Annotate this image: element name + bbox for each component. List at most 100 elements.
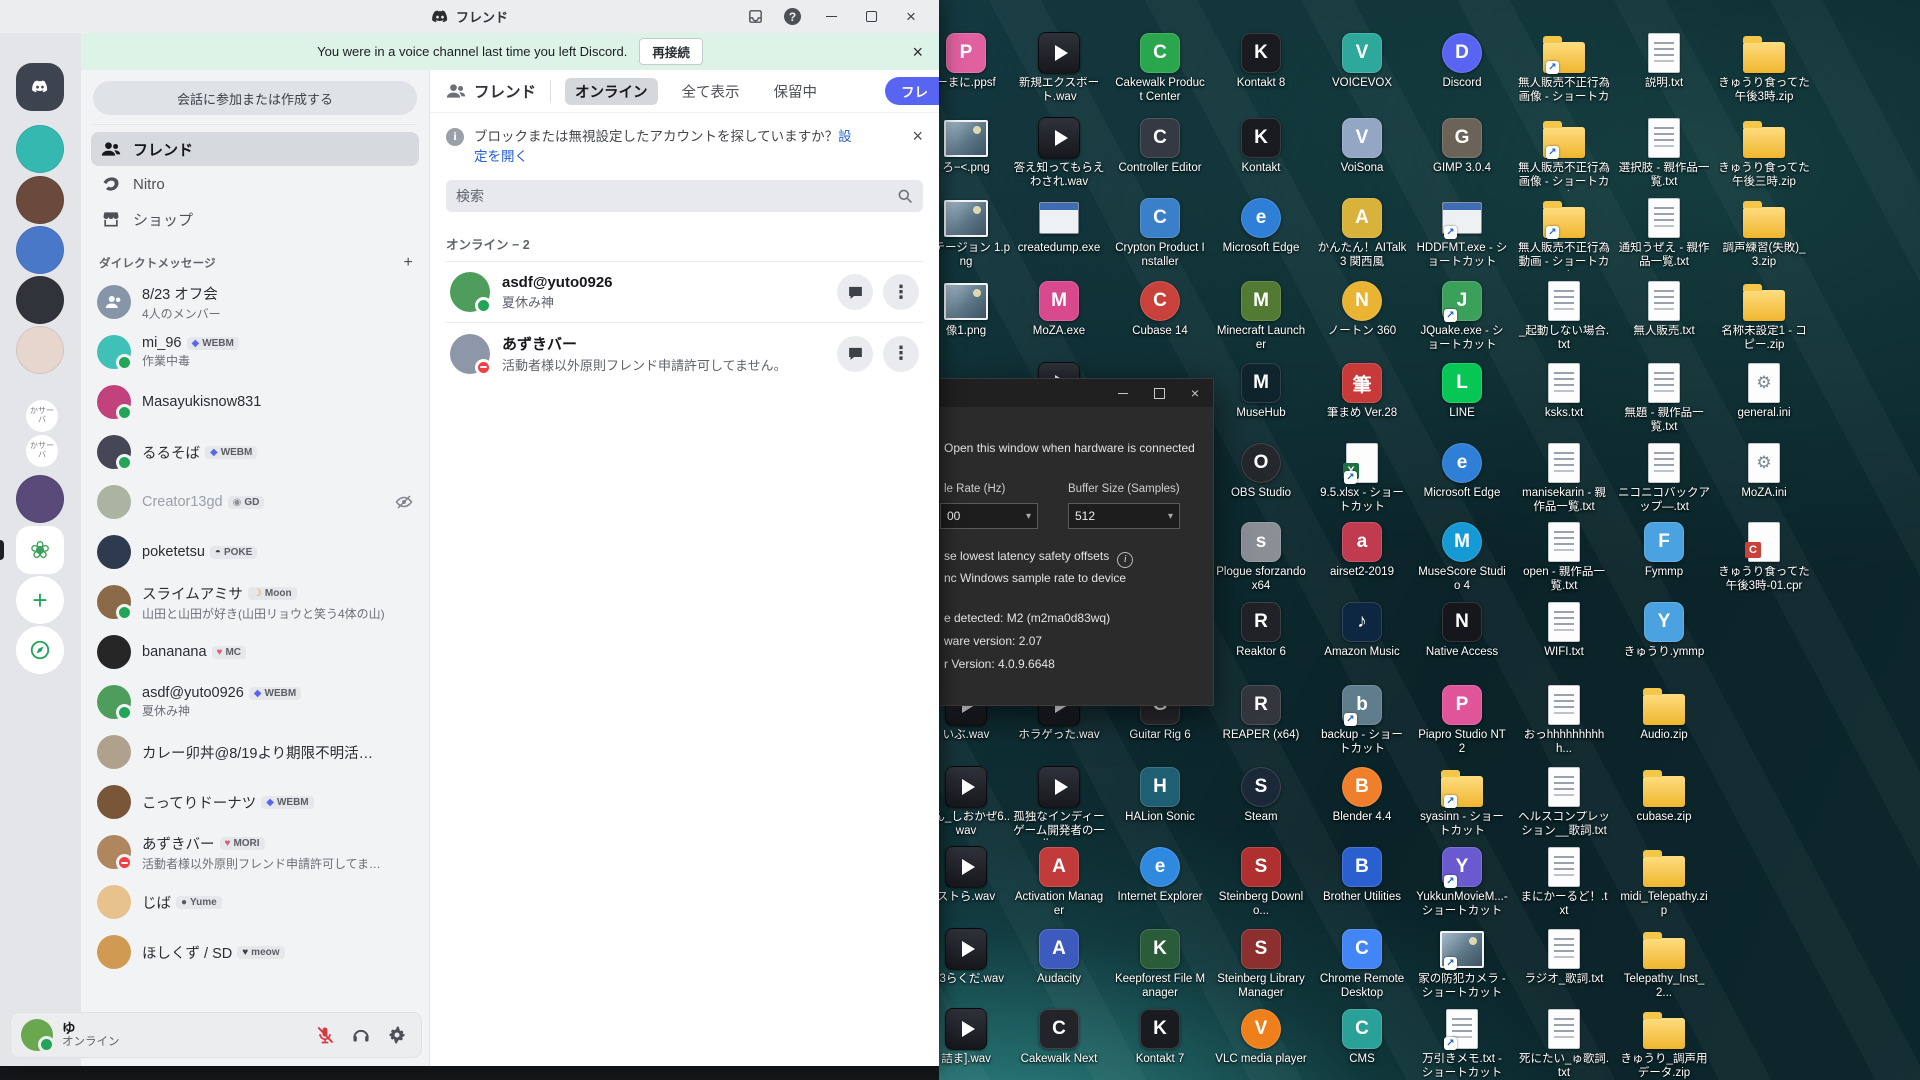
desktop-icon[interactable]: eMicrosoft Edge [1416,441,1508,501]
desktop-icon[interactable]: J↗JQuake.exe - ショートカット [1416,279,1508,353]
desktop-icon[interactable]: ↗syasinn - ショートカット [1416,765,1508,839]
desktop-icon[interactable]: KKontakt 7 [1114,1007,1206,1067]
close-button[interactable]: × [901,7,921,27]
desktop-icon[interactable]: BBrother Utilities [1316,845,1408,905]
reconnect-button[interactable]: 再接続 [639,38,703,65]
desktop-icon[interactable]: SSteinberg Downlo... [1215,845,1307,919]
desktop-icon[interactable]: NNative Access [1416,600,1508,660]
tab-2[interactable]: 保留中 [764,78,828,105]
home-button[interactable] [16,63,64,111]
desktop-icon[interactable]: きゅうり食ってた午後3時-01.cpr [1718,520,1810,594]
explore-servers-button[interactable] [16,626,64,674]
desktop-icon[interactable]: KKeepforest File Manager [1114,927,1206,1001]
sidebar-item-shop[interactable]: ショップ [91,202,419,236]
desktop-icon[interactable]: MMoZA.exe [1013,279,1105,339]
desktop-icon[interactable]: 答え知ってもらえわされ.wav [1013,116,1105,190]
dm-list-item[interactable]: asdf@yuto0926◆WEBM夏休み神 [89,677,421,727]
desktop-icon[interactable]: AAudacity [1013,927,1105,987]
desktop-icon[interactable]: きゅうり_調声用データ.zip [1618,1007,1710,1080]
sample-rate-select[interactable]: 00▾ [940,503,1038,529]
desktop-icon[interactable]: ニコニコバックアップ―.txt [1618,441,1710,515]
desktop-icon[interactable]: open - 親作品一覧.txt [1518,520,1610,594]
server-avatar[interactable]: かサーバ [26,435,58,467]
search-input[interactable]: 検索 [446,180,923,212]
desktop-icon[interactable]: HHALion Sonic [1114,765,1206,825]
add-server-button[interactable]: + [16,576,64,624]
desktop-icon[interactable]: まにかーるど！.txt [1518,845,1610,919]
desktop-icon[interactable]: MMinecraft Launcher [1215,279,1307,353]
desktop-icon[interactable]: 無題 - 親作品一覧.txt [1618,361,1710,435]
desktop-icon[interactable]: CChrome Remote Desktop [1316,927,1408,1001]
buffer-size-select[interactable]: 512▾ [1068,503,1180,529]
desktop-icon[interactable]: KKontakt [1215,116,1307,176]
dm-list-item[interactable]: Creator13gd◉GD [89,477,421,527]
desktop-icon[interactable]: VVOICEVOX [1316,31,1408,91]
desktop-icon[interactable]: b↗backup - ショートカット [1316,683,1408,757]
desktop-icon[interactable]: 名称未設定1 - コピー.zip [1718,279,1810,353]
dm-list-item[interactable]: mi_96◆WEBM作業中毒 [89,327,421,377]
desktop-icon[interactable]: ↗9.5.xlsx - ショートカット [1316,441,1408,515]
desktop-icon[interactable]: 調声練習(失敗)_3.zip [1718,196,1810,270]
dm-list-item[interactable]: スライムアミサ☽Moon山田と山田が好き(山田リョウと笑う4体の山) [89,577,421,627]
desktop-icon[interactable]: ↗無人販売不正行為画像 - ショートカッ... [1518,31,1610,106]
desktop-icon[interactable]: 通知うぜえ - 親作品一覧.txt [1618,196,1710,270]
desktop-icon[interactable]: VVoiSona [1316,116,1408,176]
desktop-icon[interactable]: ♪Amazon Music [1316,600,1408,660]
more-options-button[interactable]: ⋮ [883,274,919,310]
desktop-icon[interactable]: ksks.txt [1518,361,1610,421]
dm-list-item[interactable]: るるそば◆WEBM [89,427,421,477]
desktop-icon[interactable]: eInternet Explorer [1114,845,1206,905]
desktop-icon[interactable]: CCakewalk Product Center [1114,31,1206,105]
desktop-icon[interactable]: SSteinberg Library Manager [1215,927,1307,1001]
server-avatar[interactable] [16,226,64,274]
desktop-icon[interactable]: MoZA.ini [1718,441,1810,501]
desktop-icon[interactable]: AActivation Manager [1013,845,1105,919]
desktop-icon[interactable]: 無人販売.txt [1618,279,1710,339]
dm-list-item[interactable]: ほしくず / SD♥meow [89,927,421,977]
desktop-icon[interactable]: きゅうり食ってた午後3時.zip [1718,31,1810,105]
desktop-icon[interactable]: OOBS Studio [1215,441,1307,501]
desktop-icon[interactable]: RREAPER (x64) [1215,683,1307,743]
server-avatar-selected[interactable]: ❀ [16,526,64,574]
desktop-icon[interactable]: Nノートン 360 [1316,279,1408,339]
desktop-icon[interactable]: MMuseScore Studio 4 [1416,520,1508,594]
desktop-icon[interactable]: 筆筆まめ Ver.28 [1316,361,1408,421]
banner-close-icon[interactable]: × [912,43,923,61]
desktop-icon[interactable]: SSteam [1215,765,1307,825]
tab-0[interactable]: オンライン [565,78,658,105]
info-icon[interactable]: i [1117,552,1133,568]
maximize-button[interactable] [861,7,881,27]
server-avatar[interactable]: かサーバ [26,400,58,432]
desktop-icon[interactable]: 選択肢 - 親作品一覧.txt [1618,116,1710,190]
desktop-icon[interactable]: eMicrosoft Edge [1215,196,1307,256]
desktop-icon[interactable]: LLINE [1416,361,1508,421]
inbox-icon[interactable] [747,8,764,25]
dialog-minimize-button[interactable] [1105,379,1141,407]
desktop-icon[interactable]: FFymmp [1618,520,1710,580]
desktop-icon[interactable]: PPiapro Studio NT2 [1416,683,1508,757]
server-avatar[interactable] [16,475,64,523]
desktop-icon[interactable]: general.ini [1718,361,1810,421]
desktop-icon[interactable]: きゅうり食ってた午後三時.zip [1718,116,1810,190]
desktop-icon[interactable]: CCMS [1316,1007,1408,1067]
desktop-icon[interactable]: おっhhhhhhhhhh... [1518,683,1610,757]
message-button[interactable] [837,274,873,310]
desktop-icon[interactable]: ヘルスコンプレッション__歌詞.txt [1518,765,1610,839]
desktop-icon[interactable]: aairset2-2019 [1316,520,1408,580]
desktop-icon[interactable]: _起動しない場合.txt [1518,279,1610,353]
desktop-icon[interactable]: DDiscord [1416,31,1508,91]
desktop-icon[interactable]: 孤独なインディーゲーム開発者の一生.wav [1013,765,1105,840]
desktop-icon[interactable]: Aかんたん！AITalk 3 関西風 [1316,196,1408,270]
dm-list-item[interactable]: poketetsu◓POKE [89,527,421,577]
desktop-icon[interactable]: WIFI.txt [1518,600,1610,660]
desktop-icon[interactable]: BBlender 4.4 [1316,765,1408,825]
desktop-icon[interactable]: VVLC media player [1215,1007,1307,1067]
desktop-icon[interactable]: ↗無人販売不正行為動画 - ショートカット [1518,196,1610,271]
dialog-maximize-button[interactable] [1141,379,1177,407]
desktop-icon[interactable]: ↗家の防犯カメラ - ショートカット [1416,927,1508,1001]
dm-list-item[interactable]: あずきバー♥MORI活動者様以外原則フレンド申請許可してません。 [89,827,421,877]
desktop-icon[interactable]: Audio.zip [1618,683,1710,743]
desktop-icon[interactable]: CCubase 14 [1114,279,1206,339]
add-friend-button[interactable]: フレ [885,77,939,105]
server-avatar[interactable] [16,125,64,173]
